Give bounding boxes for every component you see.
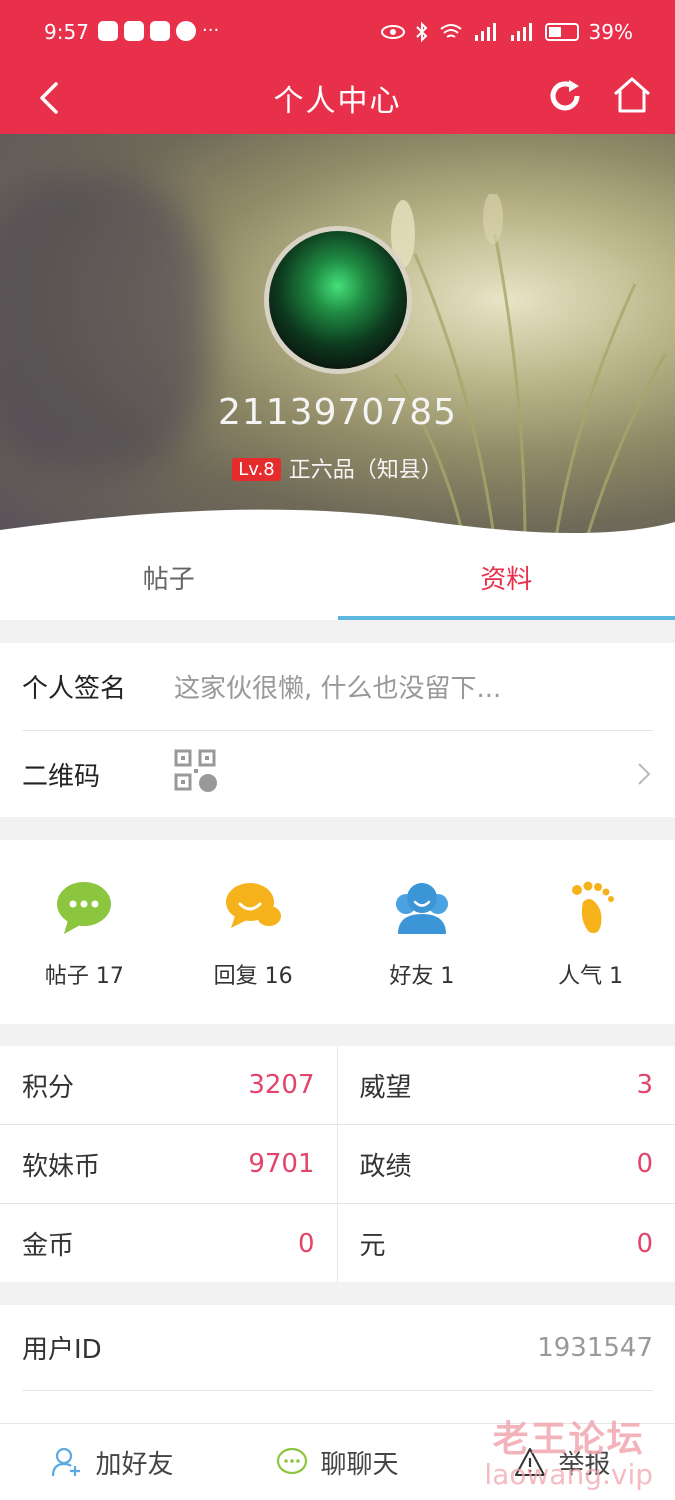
tab-posts[interactable]: 帖子: [0, 540, 338, 620]
home-icon[interactable]: [611, 74, 653, 116]
site-watermark: 老王论坛 laowang.vip: [484, 1410, 653, 1491]
gold-coin-label: 金币: [22, 1231, 75, 1261]
footprint-icon: [571, 881, 614, 933]
rank-title: 正六品（知县）: [288, 458, 443, 483]
points-label: 积分: [22, 1072, 75, 1103]
add-friend-label: 加好友: [95, 1449, 174, 1480]
wifi-icon: [439, 24, 462, 38]
chat-label: 聊聊天: [320, 1449, 399, 1480]
eye-icon: [380, 25, 405, 39]
user-id-value: 1931547: [537, 1332, 653, 1363]
app-notification-icon: [150, 20, 170, 41]
signature-row: 个人签名 这家伙很懒, 什么也没留下...: [22, 643, 653, 730]
signature-label: 个人签名: [22, 674, 127, 704]
qrcode-container: [174, 749, 635, 800]
points-row: 金币 0 元0: [0, 1204, 675, 1283]
signal-icon: [510, 23, 532, 41]
watermark-url: laowang.vip: [484, 1458, 653, 1491]
gold-coin-value: 0: [297, 1228, 315, 1259]
username: 2113970785: [217, 392, 458, 433]
stat-posts[interactable]: 帖子 17: [0, 880, 169, 1024]
grass-background-image: [391, 194, 667, 545]
gold-coin-cell: 金币 0: [0, 1204, 338, 1283]
points-row: 积分 3207 威望 3: [0, 1046, 675, 1125]
chat-icon: [277, 1447, 308, 1475]
app-notification-icon: [124, 20, 144, 41]
app-bar: 9:57 ··· 39% 个人中心: [0, 0, 675, 134]
stats-row: 帖子 17 回复 16 好友 1 人气 1: [0, 840, 675, 1024]
avatar[interactable]: [264, 226, 412, 374]
stat-replies[interactable]: 回复 16: [169, 880, 338, 1024]
soft-coin-label: 软妹币: [22, 1151, 101, 1182]
nav-row: 个人中心: [0, 62, 675, 134]
prestige-value: 3: [636, 1070, 653, 1100]
stat-friends-label: 好友 1: [389, 964, 455, 989]
bluetooth-icon: [415, 22, 427, 42]
chat-button[interactable]: 聊聊天: [225, 1424, 450, 1500]
level-row: Lv.8 正六品（知县）: [0, 452, 675, 484]
stat-popularity-label: 人气 1: [558, 964, 624, 989]
user-id-row: 用户ID 1931547: [22, 1305, 653, 1391]
yuan-label: 元: [359, 1231, 386, 1261]
chat-notification-icon: [176, 20, 196, 41]
qrcode-row[interactable]: 二维码: [22, 730, 653, 817]
merit-value: 0: [636, 1149, 653, 1179]
yuan-value: 0: [636, 1228, 653, 1259]
qrcode-icon: [174, 749, 217, 792]
points-grid: 积分 3207 威望 3 软妹币 9701 政绩 0 金币 0 元0: [0, 1046, 675, 1283]
level-badge: Lv.8: [232, 458, 281, 481]
app-notification-icon: [98, 20, 118, 41]
more-notifications-icon: ···: [202, 20, 220, 41]
info-card: 个人签名 这家伙很懒, 什么也没留下... 二维码: [0, 643, 675, 817]
system-icons: 39%: [380, 20, 633, 44]
battery-percent: 39%: [588, 20, 633, 44]
signal-icon: [474, 23, 496, 41]
notification-icons: ···: [98, 20, 219, 41]
points-value: 3207: [248, 1070, 315, 1100]
battery-icon: [544, 23, 579, 41]
tab-profile-info[interactable]: 资料: [337, 540, 675, 620]
add-user-icon: [52, 1447, 81, 1477]
user-id-label: 用户ID: [22, 1335, 102, 1365]
stat-friends[interactable]: 好友 1: [338, 880, 507, 1024]
profile-banner: 2113970785 Lv.8 正六品（知县）: [0, 134, 675, 548]
add-friend-button[interactable]: 加好友: [0, 1424, 225, 1500]
merit-cell: 政绩 0: [338, 1125, 675, 1203]
status-bar: 9:57 ··· 39%: [0, 0, 675, 62]
stat-posts-label: 帖子 17: [44, 964, 124, 989]
refresh-icon[interactable]: [545, 76, 585, 116]
prestige-label: 威望: [359, 1072, 412, 1103]
prestige-cell: 威望 3: [338, 1046, 675, 1124]
reply-bubbles-icon: [226, 883, 282, 928]
status-time: 9:57: [44, 20, 89, 44]
stat-popularity[interactable]: 人气 1: [506, 880, 675, 1024]
yuan-cell: 元0: [338, 1204, 675, 1283]
profile-tabs: 帖子 资料: [0, 540, 675, 620]
friends-icon: [395, 883, 448, 934]
merit-label: 政绩: [359, 1151, 412, 1182]
points-cell: 积分 3207: [0, 1046, 338, 1124]
stat-replies-label: 回复 16: [213, 964, 293, 989]
points-row: 软妹币 9701 政绩 0: [0, 1125, 675, 1204]
chat-bubble-icon: [57, 882, 112, 934]
signature-value: 这家伙很懒, 什么也没留下...: [174, 674, 502, 704]
qrcode-label: 二维码: [22, 761, 101, 792]
soft-coin-value: 9701: [248, 1149, 315, 1179]
soft-coin-cell: 软妹币 9701: [0, 1125, 338, 1203]
chevron-right-icon: [638, 763, 651, 785]
watermark-title: 老王论坛: [492, 1419, 645, 1460]
